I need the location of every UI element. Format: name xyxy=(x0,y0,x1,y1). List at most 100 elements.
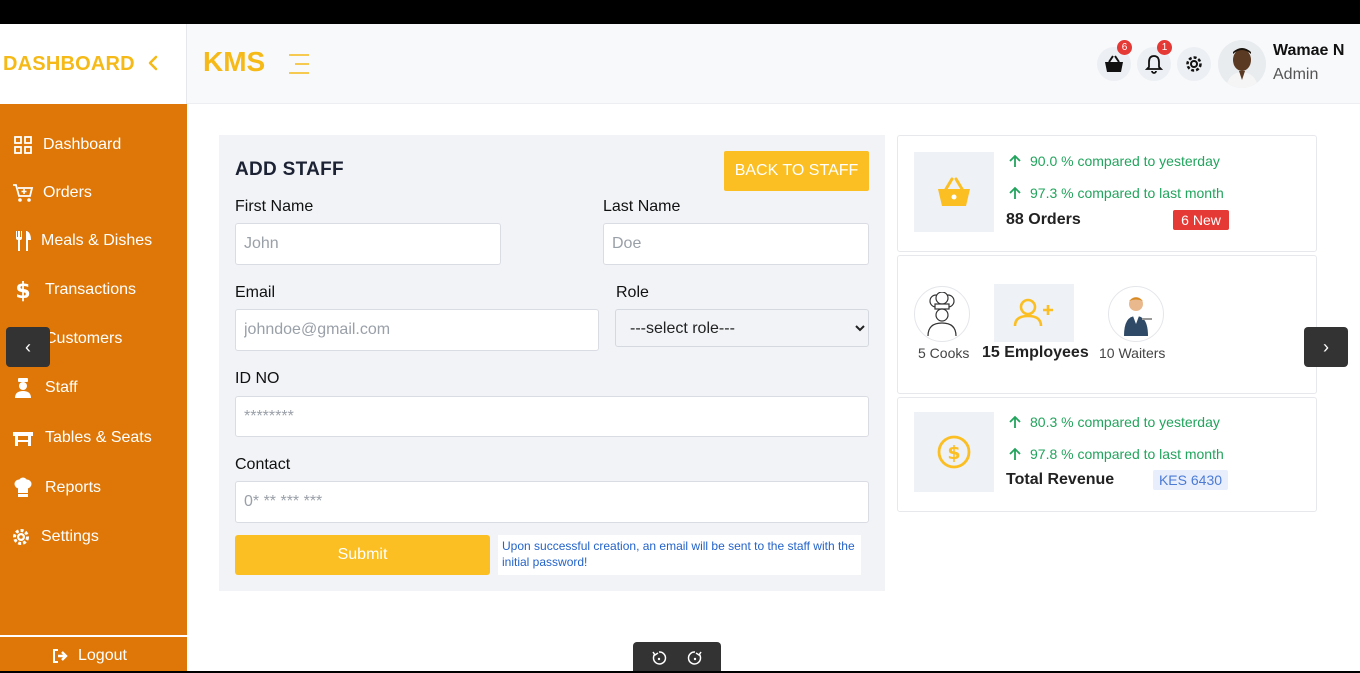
orders-total: 88 Orders xyxy=(1006,211,1081,228)
notifications-button[interactable]: 1 xyxy=(1137,40,1172,81)
submit-note: Upon successful creation, an email will … xyxy=(498,535,861,575)
cook-avatar xyxy=(914,286,970,342)
last-name-field[interactable] xyxy=(603,223,869,265)
sidebar-item-label: Tables & Seats xyxy=(45,429,152,446)
sidebar-item-transactions[interactable]: $ Transactions xyxy=(0,275,187,305)
sidebar-item-staff[interactable]: Staff xyxy=(0,373,187,403)
sidebar-item-label: Dashboard xyxy=(43,136,122,153)
sidebar-item-label: Customers xyxy=(45,330,123,347)
collapse-chevron-icon[interactable] xyxy=(146,52,160,74)
orders-daily-stat: 90.0 % compared to yesterday xyxy=(1008,153,1220,169)
menu-toggle-icon[interactable] xyxy=(287,52,311,76)
sidebar-item-label: Transactions xyxy=(45,281,136,298)
svg-text:$: $ xyxy=(947,442,960,464)
settings-button[interactable] xyxy=(1177,47,1211,81)
sidebar-item-settings[interactable]: Settings xyxy=(0,522,187,552)
top-header: KMS 6 1 Wamae N Admin xyxy=(187,24,1360,104)
sidebar-item-orders[interactable]: Orders xyxy=(0,178,187,208)
table-icon xyxy=(12,427,34,449)
user-photo xyxy=(1218,40,1266,88)
coin-icon: $ xyxy=(937,435,971,469)
utensils-icon xyxy=(12,230,34,252)
revenue-label: Total Revenue xyxy=(1006,471,1115,488)
contact-field[interactable] xyxy=(235,481,869,523)
gear-icon xyxy=(10,526,32,548)
arrow-up-icon xyxy=(1009,154,1021,167)
revenue-icon-box: $ xyxy=(914,412,994,492)
sidebar-item-reports[interactable]: Reports xyxy=(0,473,187,503)
new-orders-badge: 6 New xyxy=(1173,210,1229,230)
notification-badge: 1 xyxy=(1157,40,1172,55)
orders-stat-card: 90.0 % compared to yesterday 97.3 % comp… xyxy=(897,135,1317,252)
orders-monthly-stat: 97.3 % compared to last month xyxy=(1008,185,1224,201)
id-no-field[interactable] xyxy=(235,396,869,437)
email-label: Email xyxy=(235,284,276,301)
arrow-up-icon xyxy=(1009,186,1021,199)
id-no-label: ID NO xyxy=(235,370,280,387)
role-select[interactable]: ---select role--- xyxy=(615,309,869,347)
employees-icon-box xyxy=(994,284,1074,342)
sidebar-item-label: Reports xyxy=(45,479,102,496)
user-role: Admin xyxy=(1273,66,1319,83)
sidebar-item-label: Staff xyxy=(45,379,78,396)
logout-label: Logout xyxy=(78,647,127,664)
back-to-staff-button[interactable]: BACK TO STAFF xyxy=(724,151,869,191)
sidebar-item-label: Meals & Dishes xyxy=(41,232,153,249)
orders-icon-box xyxy=(914,152,994,232)
revenue-stat-card: $ 80.3 % compared to yesterday 97.8 % co… xyxy=(897,397,1317,512)
basket-icon xyxy=(1105,55,1123,72)
first-name-field[interactable] xyxy=(235,223,501,265)
cart-badge: 6 xyxy=(1117,40,1132,55)
last-name-label: Last Name xyxy=(603,198,681,215)
dollar-icon: $ xyxy=(12,279,34,302)
brand-title: DASHBOARD xyxy=(3,52,135,75)
revenue-monthly-stat: 97.8 % compared to last month xyxy=(1008,446,1224,462)
logout-button[interactable]: Logout xyxy=(52,647,127,665)
rotate-left-icon[interactable] xyxy=(651,650,667,666)
arrow-up-icon xyxy=(1009,415,1021,428)
submit-button[interactable]: Submit xyxy=(235,535,490,575)
waiter-avatar xyxy=(1108,286,1164,342)
employees-stat-card: 5 Cooks 15 Employees 10 Waiters xyxy=(897,255,1317,394)
revenue-monthly-text: 97.8 % compared to last month xyxy=(1030,446,1224,462)
sidebar-item-dashboard[interactable]: Dashboard xyxy=(0,130,187,160)
app-screen: DASHBOARD KMS 6 1 Wamae N Admin Dashboar… xyxy=(0,24,1360,671)
bell-icon xyxy=(1145,55,1163,74)
revenue-amount: KES 6430 xyxy=(1153,470,1228,490)
basket-icon xyxy=(938,177,970,206)
contact-label: Contact xyxy=(235,456,291,473)
waiter-icon xyxy=(1124,297,1152,336)
sidebar-item-label: Settings xyxy=(41,528,99,545)
rotate-right-icon[interactable] xyxy=(687,650,703,666)
sidebar: Dashboard Orders Meals & Dishes $ Transa… xyxy=(0,104,187,671)
user-name: Wamae N xyxy=(1273,42,1345,59)
sidebar-item-tables[interactable]: Tables & Seats xyxy=(0,423,187,453)
role-label: Role xyxy=(616,284,649,301)
logout-divider xyxy=(0,635,187,637)
svg-text:$: $ xyxy=(15,279,30,302)
staff-icon xyxy=(12,377,34,399)
form-title: ADD STAFF xyxy=(235,159,344,180)
grid-icon xyxy=(12,134,34,156)
cooks-count: 5 Cooks xyxy=(918,345,970,361)
orders-monthly-text: 97.3 % compared to last month xyxy=(1030,185,1224,201)
cart-button[interactable]: 6 xyxy=(1097,40,1132,81)
app-name: KMS xyxy=(203,46,266,77)
email-field[interactable] xyxy=(235,309,599,351)
carousel-next-button[interactable]: › xyxy=(1304,327,1348,367)
chevron-right-icon: › xyxy=(1323,336,1329,357)
chef-hat-icon xyxy=(12,477,34,499)
revenue-daily-text: 80.3 % compared to yesterday xyxy=(1030,414,1220,430)
revenue-daily-stat: 80.3 % compared to yesterday xyxy=(1008,414,1220,430)
logout-icon xyxy=(53,649,68,663)
first-name-label: First Name xyxy=(235,198,314,215)
cart-icon xyxy=(12,182,34,204)
sidebar-brand: DASHBOARD xyxy=(0,24,187,104)
gear-icon xyxy=(1186,56,1202,72)
sidebar-item-meals[interactable]: Meals & Dishes xyxy=(0,226,187,256)
avatar[interactable] xyxy=(1218,40,1266,88)
waiters-count: 10 Waiters xyxy=(1099,345,1166,361)
chevron-left-icon: ‹ xyxy=(25,336,31,357)
chef-icon xyxy=(927,292,957,336)
carousel-prev-button[interactable]: ‹ xyxy=(6,327,50,367)
